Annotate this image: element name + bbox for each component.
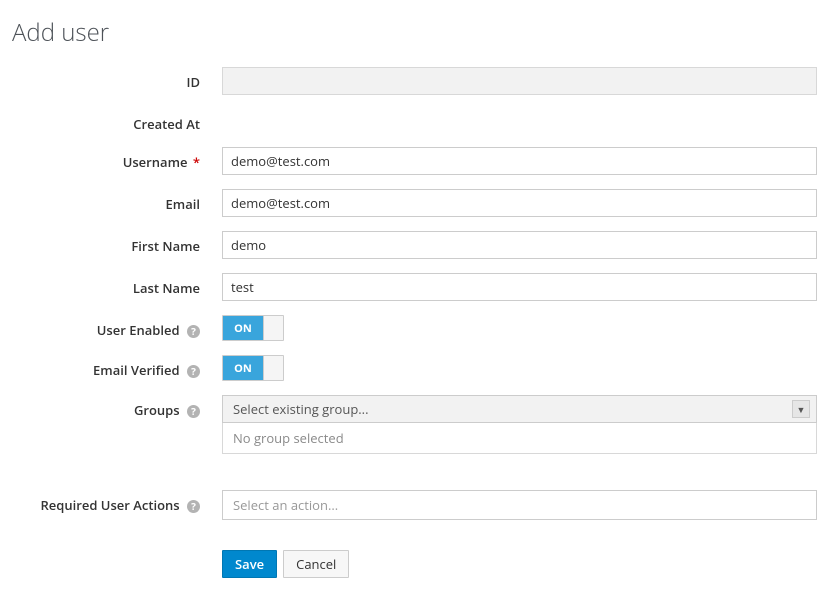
first-name-field[interactable] bbox=[222, 231, 817, 259]
row-groups: Groups ? Select existing group... ▼ No g… bbox=[12, 395, 817, 454]
groups-select[interactable]: Select existing group... ▼ bbox=[222, 395, 817, 423]
row-required-actions: Required User Actions ? Select an action… bbox=[12, 490, 817, 520]
help-icon[interactable]: ? bbox=[187, 405, 200, 418]
toggle-on-label: ON bbox=[223, 356, 263, 380]
chevron-down-icon: ▼ bbox=[792, 400, 810, 418]
username-field[interactable] bbox=[222, 147, 817, 175]
groups-select-placeholder: Select existing group... bbox=[233, 400, 369, 418]
toggle-knob bbox=[263, 316, 283, 340]
label-groups-text: Groups bbox=[134, 401, 180, 419]
cancel-button[interactable]: Cancel bbox=[283, 550, 349, 578]
label-last-name: Last Name bbox=[12, 273, 222, 297]
add-user-form: Add user ID Created At Username * Email … bbox=[0, 0, 833, 612]
required-actions-placeholder: Select an action... bbox=[233, 496, 338, 514]
label-required-actions-text: Required User Actions bbox=[40, 496, 179, 514]
label-username: Username * bbox=[12, 147, 222, 171]
label-first-name: First Name bbox=[12, 231, 222, 255]
label-username-text: Username bbox=[123, 153, 188, 171]
user-enabled-toggle[interactable]: ON bbox=[222, 315, 284, 341]
label-email-verified: Email Verified ? bbox=[12, 355, 222, 379]
row-id: ID bbox=[12, 67, 817, 95]
row-first-name: First Name bbox=[12, 231, 817, 259]
label-created-at: Created At bbox=[12, 109, 222, 133]
label-id: ID bbox=[12, 67, 222, 91]
label-email: Email bbox=[12, 189, 222, 213]
row-username: Username * bbox=[12, 147, 817, 175]
row-created-at: Created At bbox=[12, 109, 817, 133]
groups-empty-text: No group selected bbox=[222, 423, 817, 454]
id-field bbox=[222, 67, 817, 95]
row-last-name: Last Name bbox=[12, 273, 817, 301]
row-email-verified: Email Verified ? ON bbox=[12, 355, 817, 381]
required-actions-select[interactable]: Select an action... bbox=[222, 490, 817, 520]
toggle-on-label: ON bbox=[223, 316, 263, 340]
help-icon[interactable]: ? bbox=[187, 365, 200, 378]
email-verified-toggle[interactable]: ON bbox=[222, 355, 284, 381]
required-asterisk-icon: * bbox=[193, 153, 200, 171]
help-icon[interactable]: ? bbox=[187, 325, 200, 338]
page-title: Add user bbox=[12, 16, 817, 49]
toggle-knob bbox=[263, 356, 283, 380]
save-button[interactable]: Save bbox=[222, 550, 277, 578]
row-buttons: Save Cancel bbox=[12, 534, 817, 578]
row-user-enabled: User Enabled ? ON bbox=[12, 315, 817, 341]
label-required-actions: Required User Actions ? bbox=[12, 490, 222, 514]
row-email: Email bbox=[12, 189, 817, 217]
label-email-verified-text: Email Verified bbox=[93, 361, 180, 379]
label-groups: Groups ? bbox=[12, 395, 222, 419]
help-icon[interactable]: ? bbox=[187, 500, 200, 513]
last-name-field[interactable] bbox=[222, 273, 817, 301]
label-user-enabled: User Enabled ? bbox=[12, 315, 222, 339]
email-field[interactable] bbox=[222, 189, 817, 217]
label-user-enabled-text: User Enabled bbox=[97, 321, 180, 339]
